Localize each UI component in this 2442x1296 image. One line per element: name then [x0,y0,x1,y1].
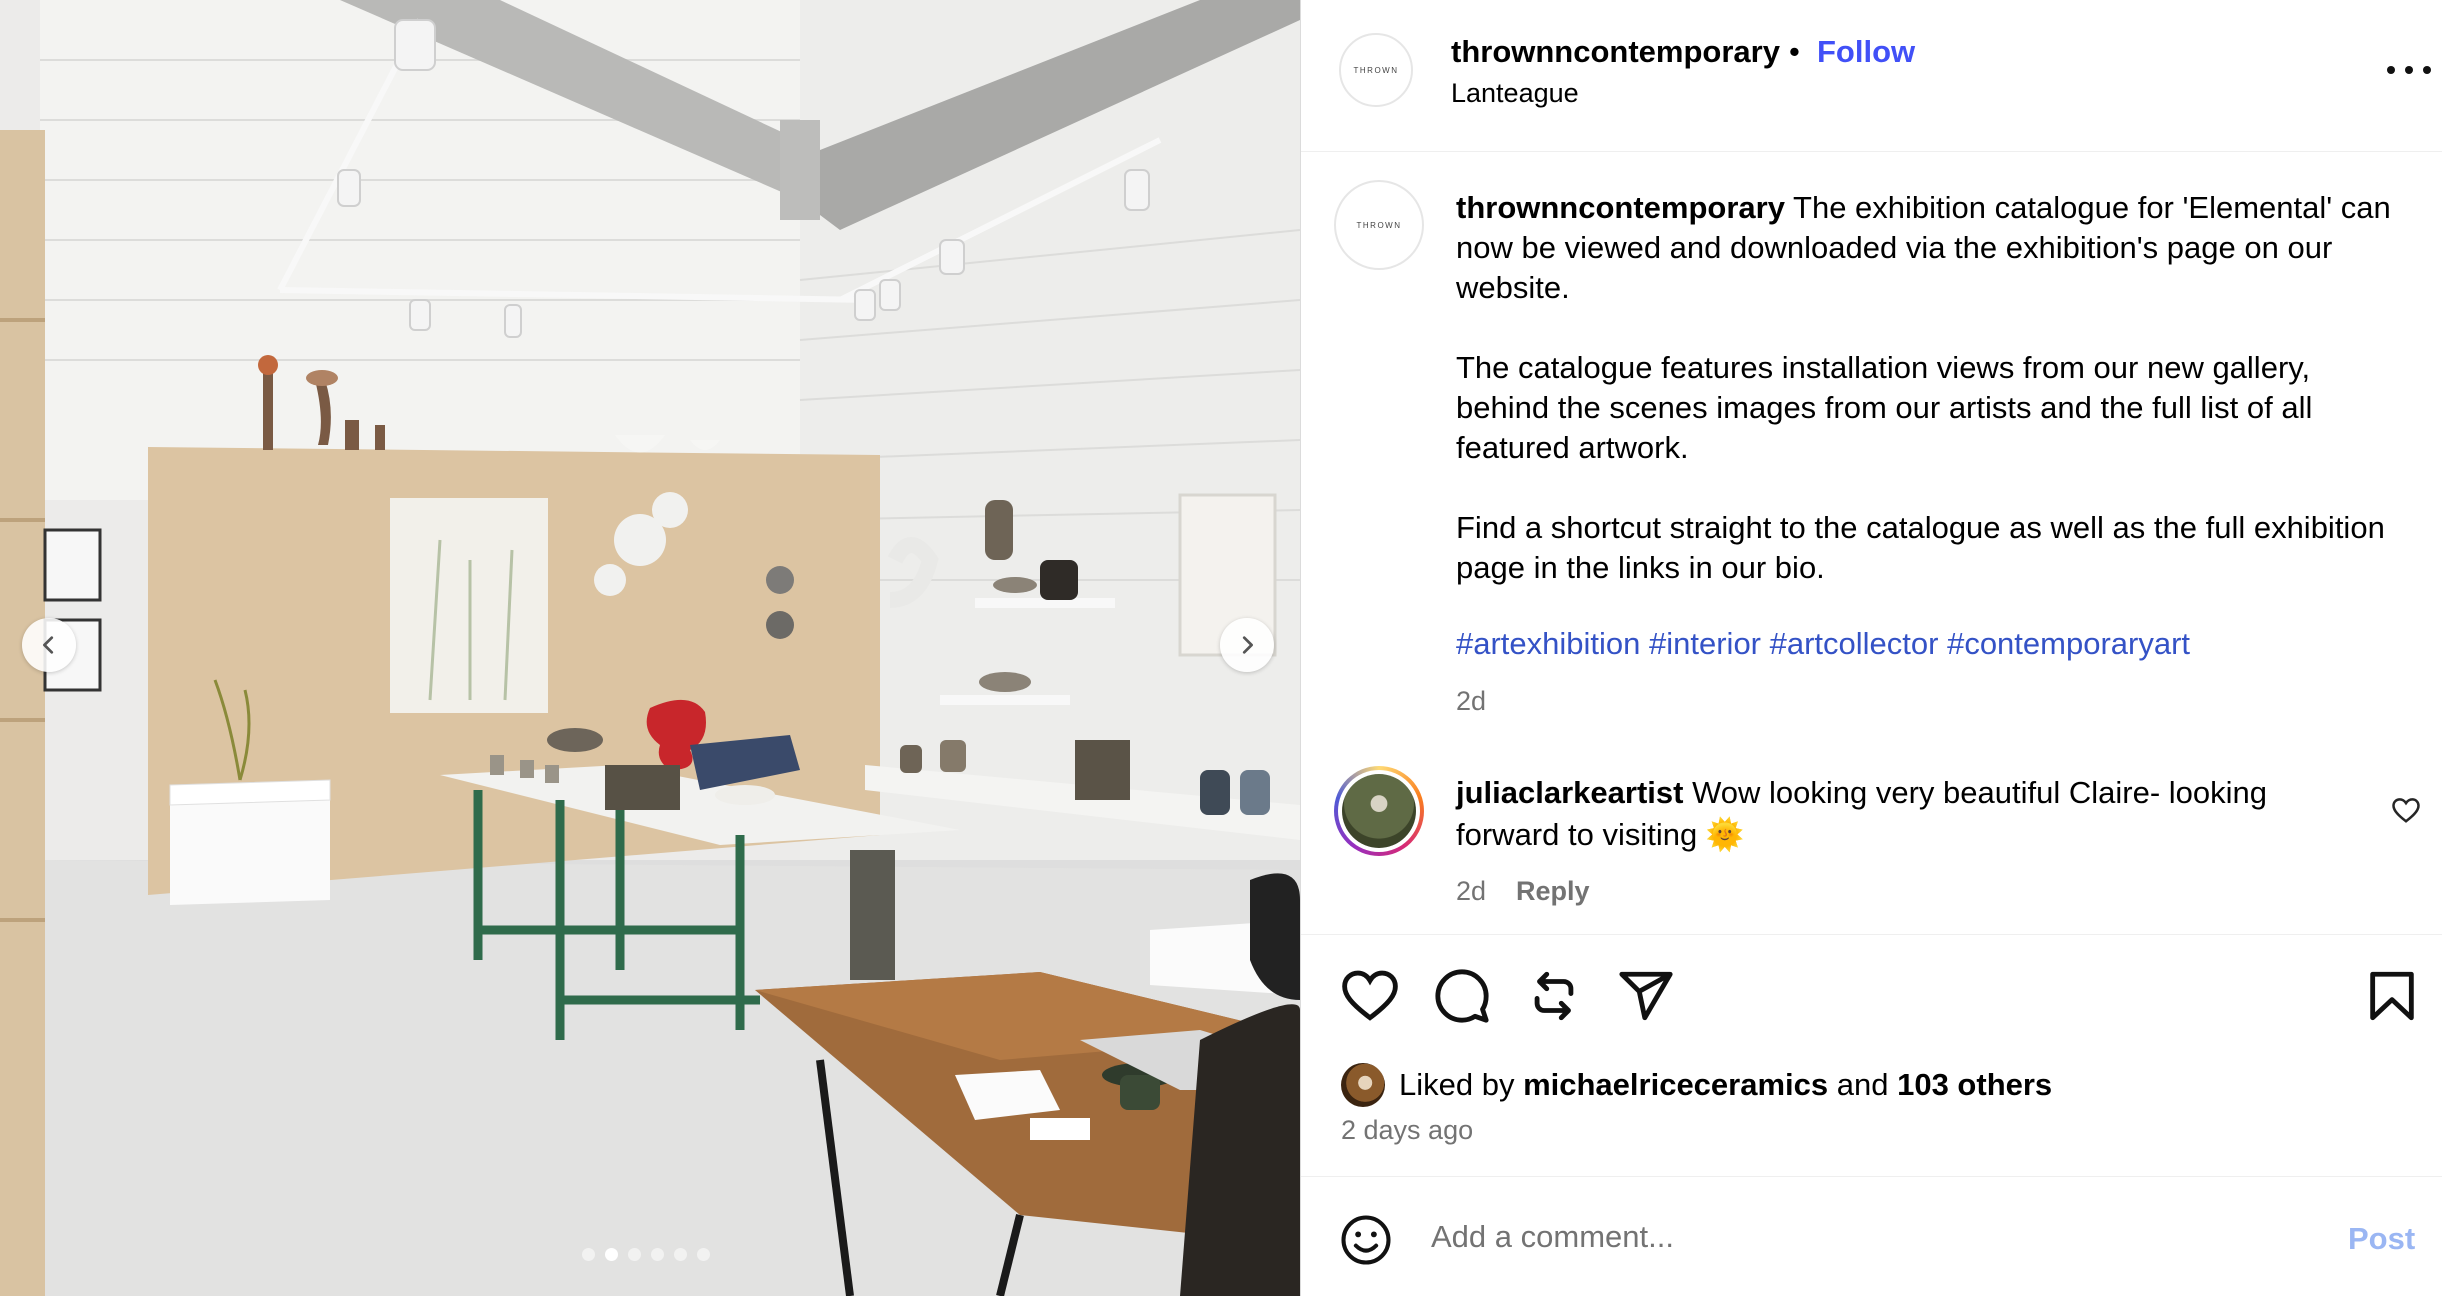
heart-icon[interactable] [1341,967,1399,1025]
likes-summary: Liked by michaelriceceramics and 103 oth… [1341,1063,2052,1107]
caption-avatar[interactable]: THROWN [1334,180,1424,270]
post-comment-button[interactable]: Post [2348,1221,2415,1257]
likes-prefix: Liked by [1399,1067,1524,1102]
account-avatar[interactable]: THROWN [1339,33,1413,107]
post-side-panel: THROWN thrownncontemporary • Follow Lant… [1300,0,2442,1296]
comment-username[interactable]: juliaclarkeartist [1456,775,1683,810]
next-image-button[interactable] [1220,618,1274,672]
liked-by-user[interactable]: michaelriceceramics [1523,1067,1828,1103]
likes-others[interactable]: 103 others [1897,1067,2052,1103]
header-username[interactable]: thrownncontemporary [1451,34,1780,70]
caption-body: The exhibition catalogue for 'Elemental'… [1456,190,2391,585]
comment-text: juliaclarkeartist Wow looking very beaut… [1456,772,2336,856]
add-comment-bar: Post [1301,1176,2442,1296]
post-header: THROWN thrownncontemporary • Follow Lant… [1301,0,2442,152]
avatar-logo-text: THROWN [1356,220,1402,230]
chevron-right-icon [1242,636,1253,654]
chevron-left-icon [43,636,54,654]
comments-section: THROWN thrownncontemporary The exhibitio… [1301,152,2442,934]
heart-outline-icon[interactable] [2391,796,2421,824]
comment-icon[interactable] [1433,967,1491,1025]
comment-timestamp: 2d [1456,876,1487,906]
carousel-dots [582,1248,710,1261]
carousel-dot [674,1248,687,1261]
liker-avatar[interactable] [1341,1063,1385,1107]
previous-image-button[interactable] [22,618,76,672]
post-date[interactable]: 2 days ago [1341,1115,1473,1146]
caption-timestamp: 2d [1456,686,1487,716]
comment-input[interactable] [1431,1213,2251,1261]
carousel-dot [651,1248,664,1261]
carousel-dot [697,1248,710,1261]
avatar-logo-text: THROWN [1353,65,1399,75]
post-actions: Liked by michaelriceceramics and 103 oth… [1301,934,2442,1176]
follow-button[interactable]: Follow [1817,34,1915,70]
caption-text: thrownncontemporary The exhibition catal… [1456,188,2396,588]
more-options-icon[interactable] [2387,50,2431,90]
location-link[interactable]: Lanteague [1451,78,1579,109]
caption-username[interactable]: thrownncontemporary [1456,190,1785,225]
gallery-photo [0,0,1300,1296]
reply-button[interactable]: Reply [1516,876,1590,907]
share-icon[interactable] [1617,967,1675,1025]
bookmark-icon[interactable] [2363,967,2421,1025]
caption-hashtags[interactable]: #artexhibition #interior #artcollector #… [1456,626,2190,662]
carousel-dot [628,1248,641,1261]
likes-mid: and [1828,1067,1898,1102]
commenter-avatar[interactable] [1334,766,1424,856]
header-separator: • [1789,34,1800,69]
emoji-icon[interactable] [1339,1213,1393,1267]
post-media [0,0,1300,1296]
repost-icon[interactable] [1525,967,1583,1025]
carousel-dot [582,1248,595,1261]
carousel-dot [605,1248,618,1261]
